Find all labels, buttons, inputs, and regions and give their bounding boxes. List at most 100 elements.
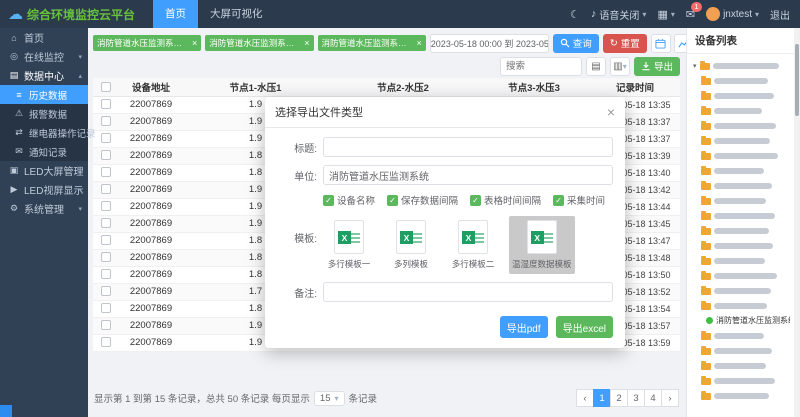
row-checkbox[interactable] (101, 320, 111, 330)
row-checkbox[interactable] (101, 201, 111, 211)
template-option-4-selected[interactable]: X 温湿度数据模板 (509, 216, 575, 274)
template-option-2[interactable]: X 多列模板 (385, 216, 437, 274)
option-device-name[interactable]: ✓ 设备名称 (323, 193, 375, 207)
remark-field[interactable] (323, 282, 613, 302)
row-checkbox[interactable] (101, 99, 111, 109)
device-tree-item[interactable] (691, 238, 790, 253)
page-button-4[interactable]: 4 (644, 389, 662, 407)
export-pdf-button[interactable]: 导出pdf (500, 316, 548, 338)
toggle-view-button[interactable]: ▤ (586, 57, 606, 76)
device-tree-item[interactable]: ▾ (691, 58, 790, 73)
sidebar-item-online-monitor[interactable]: ◎ 在线监控 ▾ (0, 47, 88, 66)
voice-toggle[interactable]: ♪ 语音关闭 ▾ (591, 7, 647, 22)
excel-file-icon: X (396, 220, 426, 254)
sidebar-item-data-center[interactable]: ▤ 数据中心 ▴ (0, 66, 88, 85)
device-tree-item[interactable] (691, 298, 790, 313)
next-page-button[interactable]: › (661, 389, 679, 407)
device-tree-item[interactable] (691, 283, 790, 298)
calendar-button[interactable] (651, 34, 671, 53)
unit-field[interactable] (323, 165, 613, 185)
remove-tag-icon[interactable]: × (417, 39, 422, 48)
row-checkbox[interactable] (101, 167, 111, 177)
remove-tag-icon[interactable]: × (192, 39, 197, 48)
query-button[interactable]: 查询 (553, 34, 599, 53)
logout-button[interactable]: 退出 (770, 7, 790, 22)
row-checkbox[interactable] (101, 252, 111, 262)
sidebar-item-led-video[interactable]: ▶ LED视屏显示 ▾ (0, 180, 88, 199)
nav-big-screen[interactable]: 大屏可视化 (198, 0, 275, 28)
sidebar-item-notify-log[interactable]: ✉ 通知记录 (0, 142, 88, 161)
device-tree-item[interactable] (691, 388, 790, 403)
device-tree-item[interactable] (691, 328, 790, 343)
search-input[interactable] (500, 57, 582, 76)
device-tree-item[interactable] (691, 208, 790, 223)
col-header-node3[interactable]: 节点3-水压3 (478, 78, 590, 96)
prev-page-button[interactable]: ‹ (576, 389, 594, 407)
row-checkbox[interactable] (101, 218, 111, 228)
sidebar-item-led-screen[interactable]: ▣ LED大屏管理 (0, 161, 88, 180)
nav-home[interactable]: 首页 (153, 0, 198, 28)
row-checkbox[interactable] (101, 150, 111, 160)
device-tree-item[interactable] (691, 103, 790, 118)
page-scrollbar[interactable] (794, 28, 800, 417)
table-header-row: 设备地址 节点1-水压1 节点2-水压2 节点3-水压3 记录时间 (93, 78, 680, 96)
device-tree-item[interactable] (691, 178, 790, 193)
template-option-1[interactable]: X 多行模板一 (323, 216, 375, 274)
row-checkbox[interactable] (101, 116, 111, 126)
columns-button[interactable]: ▥▾ (610, 57, 630, 76)
device-tree-item[interactable] (691, 133, 790, 148)
reset-button[interactable]: ↻ 重置 (603, 34, 647, 53)
page-size-select[interactable]: 15 ▾ (314, 391, 345, 406)
layout-switcher[interactable]: ▦ ▾ (657, 8, 674, 21)
col-header-record-time[interactable]: 记录时间 (590, 78, 680, 96)
page-button-3[interactable]: 3 (627, 389, 645, 407)
message-button[interactable]: ✉ 1 (686, 8, 695, 21)
template-option-3[interactable]: X 多行模板二 (447, 216, 499, 274)
sidebar-item-alarm-data[interactable]: ⚠ 报警数据 (0, 104, 88, 123)
row-checkbox[interactable] (101, 133, 111, 143)
option-collect-time[interactable]: ✓ 采集时间 (553, 193, 605, 207)
device-tree-item[interactable] (691, 118, 790, 133)
device-tree-item[interactable] (691, 148, 790, 163)
corner-widget[interactable] (0, 405, 12, 417)
option-save-interval[interactable]: ✓ 保存数据间隔 (387, 193, 458, 207)
option-table-interval[interactable]: ✓ 表格时间间隔 (470, 193, 541, 207)
row-checkbox[interactable] (101, 269, 111, 279)
dark-mode-icon[interactable]: ☾ (570, 8, 580, 21)
device-tree-item[interactable] (691, 193, 790, 208)
device-tree-item[interactable] (691, 268, 790, 283)
export-excel-button[interactable]: 导出excel (556, 316, 613, 338)
row-checkbox[interactable] (101, 303, 111, 313)
device-tree-item[interactable] (691, 223, 790, 238)
device-tree-item[interactable] (691, 358, 790, 373)
col-header-device-address[interactable]: 设备地址 (119, 78, 183, 96)
row-checkbox[interactable] (101, 235, 111, 245)
scrollbar-thumb[interactable] (795, 44, 799, 116)
export-button[interactable]: 导出 (634, 57, 680, 76)
remove-tag-icon[interactable]: × (304, 39, 309, 48)
page-button-1[interactable]: 1 (593, 389, 611, 407)
device-tree-item[interactable] (691, 343, 790, 358)
top-header: ☁ 综合环境监控云平台 首页 大屏可视化 ☾ ♪ 语音关闭 ▾ ▦ ▾ ✉ 1 … (0, 0, 800, 28)
sidebar-item-system[interactable]: ⚙ 系统管理 ▾ (0, 199, 88, 218)
user-menu[interactable]: jnxtest ▾ (706, 7, 759, 21)
sidebar-item-home[interactable]: ⌂ 首页 (0, 28, 88, 47)
date-range-input[interactable] (430, 34, 549, 53)
select-all-checkbox[interactable] (101, 82, 111, 92)
device-tree-item[interactable] (691, 373, 790, 388)
sidebar-item-history-data[interactable]: ≡ 历史数据 (0, 85, 88, 104)
device-tree-item[interactable] (691, 73, 790, 88)
row-checkbox[interactable] (101, 184, 111, 194)
title-field[interactable] (323, 137, 613, 157)
device-tree-item[interactable] (691, 88, 790, 103)
page-button-2[interactable]: 2 (610, 389, 628, 407)
close-icon[interactable]: × (607, 105, 615, 119)
col-header-node2[interactable]: 节点2-水压2 (328, 78, 478, 96)
device-tree-item[interactable] (691, 163, 790, 178)
row-checkbox[interactable] (101, 286, 111, 296)
row-checkbox[interactable] (101, 337, 111, 347)
device-tree-item[interactable] (691, 253, 790, 268)
device-tree-item-active[interactable]: 消防管道水压监测系统 (691, 313, 790, 328)
col-header-node1[interactable]: 节点1-水压1 (183, 78, 328, 96)
sidebar-item-relay-log[interactable]: ⇄ 继电器操作记录 (0, 123, 88, 142)
